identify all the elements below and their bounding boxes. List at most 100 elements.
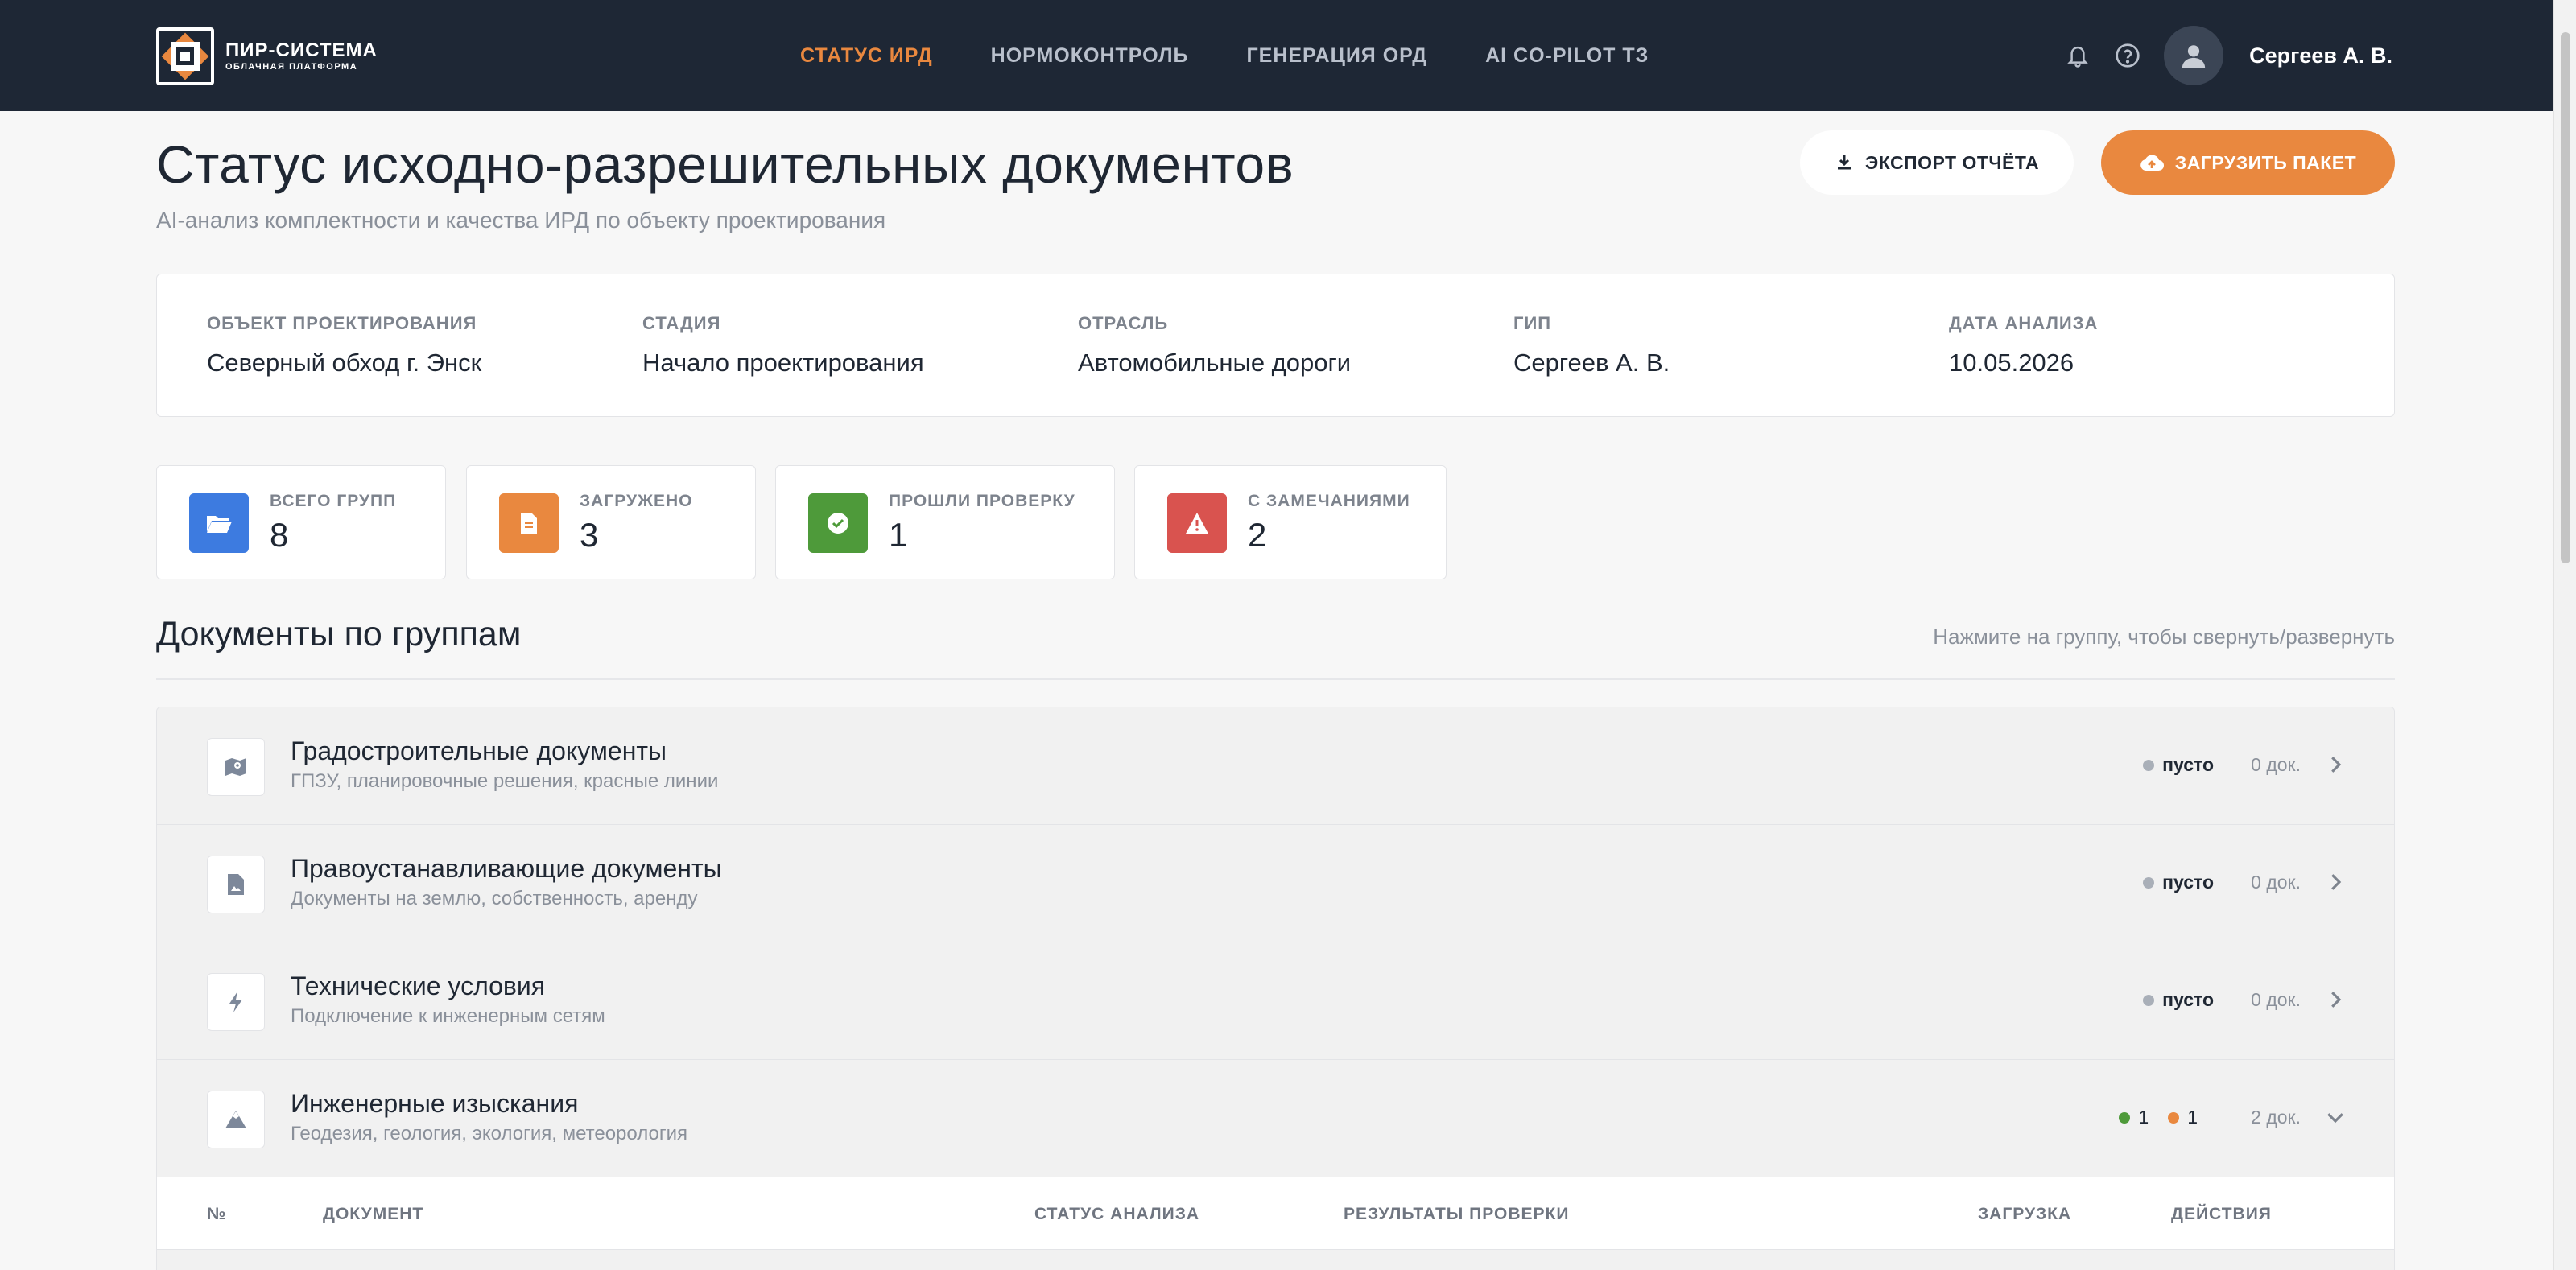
logo-tagline: ОБЛАЧНАЯ ПЛАТФОРМА xyxy=(225,62,358,72)
chevron-down-icon xyxy=(2327,1113,2343,1124)
section-hint: Нажмите на группу, чтобы свернуть/развер… xyxy=(1933,625,2395,649)
download-icon xyxy=(1837,155,1851,170)
info-label: СТАДИЯ xyxy=(642,313,721,333)
page-subtitle: AI-анализ комплектности и качества ИРД п… xyxy=(156,208,886,233)
info-analysis-date: ДАТА АНАЛИЗА 10.05.2026 xyxy=(1949,313,2098,377)
stat-label: ПРОШЛИ ПРОВЕРКУ xyxy=(889,492,1075,510)
header-user-area: Сергеев А. В. xyxy=(2064,0,2392,111)
warning-icon xyxy=(1167,493,1227,553)
group-row-urban-planning[interactable]: Градостроительные документы ГПЗУ, планир… xyxy=(157,707,2394,825)
group-doc-count: 0 док. xyxy=(2251,754,2301,775)
nav-ird-status[interactable]: СТАТУС ИРД xyxy=(800,44,933,68)
stat-total-groups: ВСЕГО ГРУПП 8 xyxy=(156,465,446,579)
help-icon[interactable] xyxy=(2114,42,2141,69)
chevron-right-icon xyxy=(2331,992,2342,1008)
chevron-right-icon xyxy=(2331,874,2342,890)
info-value: Автомобильные дороги xyxy=(1078,348,1352,377)
group-title: Технические условия xyxy=(291,971,546,1000)
stat-value: 3 xyxy=(580,516,599,554)
group-title: Градостроительные документы xyxy=(291,736,667,765)
stat-passed: ПРОШЛИ ПРОВЕРКУ 1 xyxy=(775,465,1115,579)
stat-label: ЗАГРУЖЕНО xyxy=(580,492,693,510)
group-status-badge: пусто xyxy=(2143,872,2214,893)
nav-ord-generation[interactable]: ГЕНЕРАЦИЯ ОРД xyxy=(1246,44,1427,68)
info-label: ГИП xyxy=(1513,313,1552,333)
lightning-icon xyxy=(207,973,265,1031)
mountain-icon xyxy=(207,1091,265,1148)
stat-label: ВСЕГО ГРУПП xyxy=(270,492,397,510)
group-subtitle: ГПЗУ, планировочные решения, красные лин… xyxy=(291,770,719,792)
page-title: Статус исходно-разрешительных документов xyxy=(156,134,1294,194)
th-number[interactable]: № xyxy=(207,1205,226,1224)
status-dot xyxy=(2143,759,2155,771)
info-stage: СТАДИЯ Начало проектирования xyxy=(642,313,924,377)
group-subtitle: Подключение к инженерным сетям xyxy=(291,1005,605,1027)
app-window: ПИР-СИСТЕМА ОБЛАЧНАЯ ПЛАТФОРМА СТАТУС ИР… xyxy=(0,0,2553,1270)
avatar[interactable] xyxy=(2164,26,2224,85)
status-text: пусто xyxy=(2162,754,2214,775)
group-row-technical-conditions[interactable]: Технические условия Подключение к инжене… xyxy=(157,942,2394,1060)
document-groups: Градостроительные документы ГПЗУ, планир… xyxy=(156,707,2395,1270)
group-status-badge: пусто xyxy=(2143,989,2214,1011)
document-icon xyxy=(499,493,559,553)
nav-normocontrol[interactable]: НОРМОКОНТРОЛЬ xyxy=(991,44,1189,68)
info-object: ОБЪЕКТ ПРОЕКТИРОВАНИЯ Северный обход г. … xyxy=(207,313,481,377)
top-navigation-bar: ПИР-СИСТЕМА ОБЛАЧНАЯ ПЛАТФОРМА СТАТУС ИР… xyxy=(0,0,2553,111)
logo-title: ПИР-СИСТЕМА xyxy=(225,39,378,61)
stat-with-remarks: С ЗАМЕЧАНИЯМИ 2 xyxy=(1134,465,1447,579)
bell-icon[interactable] xyxy=(2064,42,2091,69)
nav-ai-copilot[interactable]: AI CO-PILOT ТЗ xyxy=(1485,44,1649,68)
group-doc-count: 0 док. xyxy=(2251,872,2301,893)
logo-mark-icon xyxy=(156,27,214,85)
folder-icon xyxy=(189,493,249,553)
stat-label: С ЗАМЕЧАНИЯМИ xyxy=(1248,492,1410,510)
info-value: 10.05.2026 xyxy=(1949,348,2074,377)
th-document[interactable]: ДОКУМЕНТ xyxy=(323,1205,423,1224)
group-row-engineering-surveys[interactable]: Инженерные изыскания Геодезия, геология,… xyxy=(157,1060,2394,1177)
info-label: ДАТА АНАЛИЗА xyxy=(1949,313,2099,333)
main-nav: СТАТУС ИРД НОРМОКОНТРОЛЬ ГЕНЕРАЦИЯ ОРД A… xyxy=(800,0,1649,111)
stat-value: 1 xyxy=(889,516,908,554)
group-title: Правоустанавливающие документы xyxy=(291,854,722,883)
status-text: пусто xyxy=(2162,872,2214,893)
user-name[interactable]: Сергеев А. В. xyxy=(2249,43,2392,68)
group-subtitle: Геодезия, геология, экология, метеоролог… xyxy=(291,1123,687,1144)
status-text: пусто xyxy=(2162,989,2214,1010)
logo[interactable]: ПИР-СИСТЕМА ОБЛАЧНАЯ ПЛАТФОРМА xyxy=(156,27,378,85)
export-report-button[interactable]: ЭКСПОРТ ОТЧЁТА xyxy=(1800,130,2074,195)
window-scrollbar[interactable] xyxy=(2553,0,2576,1270)
logo-text: ПИР-СИСТЕМА ОБЛАЧНАЯ ПЛАТФОРМА xyxy=(225,41,378,72)
group-title: Инженерные изыскания xyxy=(291,1089,579,1118)
group-status-badge: пусто xyxy=(2143,754,2214,776)
stat-value: 8 xyxy=(270,516,289,554)
info-value: Северный обход г. Энск xyxy=(207,348,482,377)
section-divider xyxy=(156,678,2395,680)
info-label: ОБЪЕКТ ПРОЕКТИРОВАНИЯ xyxy=(207,313,477,333)
cloud-upload-icon xyxy=(2140,155,2164,171)
chevron-right-icon xyxy=(2331,757,2342,773)
info-label: ОТРАСЛЬ xyxy=(1078,313,1169,333)
status-dot xyxy=(2143,994,2155,1006)
documents-table-header: № ДОКУМЕНТ СТАТУС АНАЛИЗА РЕЗУЛЬТАТЫ ПРО… xyxy=(157,1177,2394,1250)
status-dot xyxy=(2143,876,2155,889)
group-subtitle: Документы на землю, собственность, аренд… xyxy=(291,888,698,909)
info-chief-engineer: ГИП Сергеев А. В. xyxy=(1513,313,1670,377)
project-info-card: ОБЪЕКТ ПРОЕКТИРОВАНИЯ Северный обход г. … xyxy=(156,274,2395,417)
group-doc-count: 0 док. xyxy=(2251,989,2301,1010)
warning-count: 1 xyxy=(2187,1107,2198,1128)
group-row-title-documents[interactable]: Правоустанавливающие документы Документы… xyxy=(157,825,2394,942)
export-report-label: ЭКСПОРТ ОТЧЁТА xyxy=(1864,151,2040,173)
stat-uploaded: ЗАГРУЖЕНО 3 xyxy=(466,465,756,579)
th-check-results[interactable]: РЕЗУЛЬТАТЫ ПРОВЕРКИ xyxy=(1344,1205,1569,1224)
th-upload[interactable]: ЗАГРУЗКА xyxy=(1978,1205,2071,1224)
th-analysis-status[interactable]: СТАТУС АНАЛИЗА xyxy=(1034,1205,1199,1224)
stat-value: 2 xyxy=(1248,516,1267,554)
upload-package-label: ЗАГРУЗИТЬ ПАКЕТ xyxy=(2174,151,2357,173)
section-title: Документы по группам xyxy=(156,615,522,654)
scrollbar-thumb[interactable] xyxy=(2561,32,2570,563)
upload-package-button[interactable]: ЗАГРУЗИТЬ ПАКЕТ xyxy=(2101,130,2395,195)
th-actions[interactable]: ДЕЙСТВИЯ xyxy=(2171,1205,2272,1224)
info-industry: ОТРАСЛЬ Автомобильные дороги xyxy=(1078,313,1351,377)
user-icon xyxy=(2182,45,2206,68)
ok-status-dot xyxy=(2119,1111,2131,1124)
